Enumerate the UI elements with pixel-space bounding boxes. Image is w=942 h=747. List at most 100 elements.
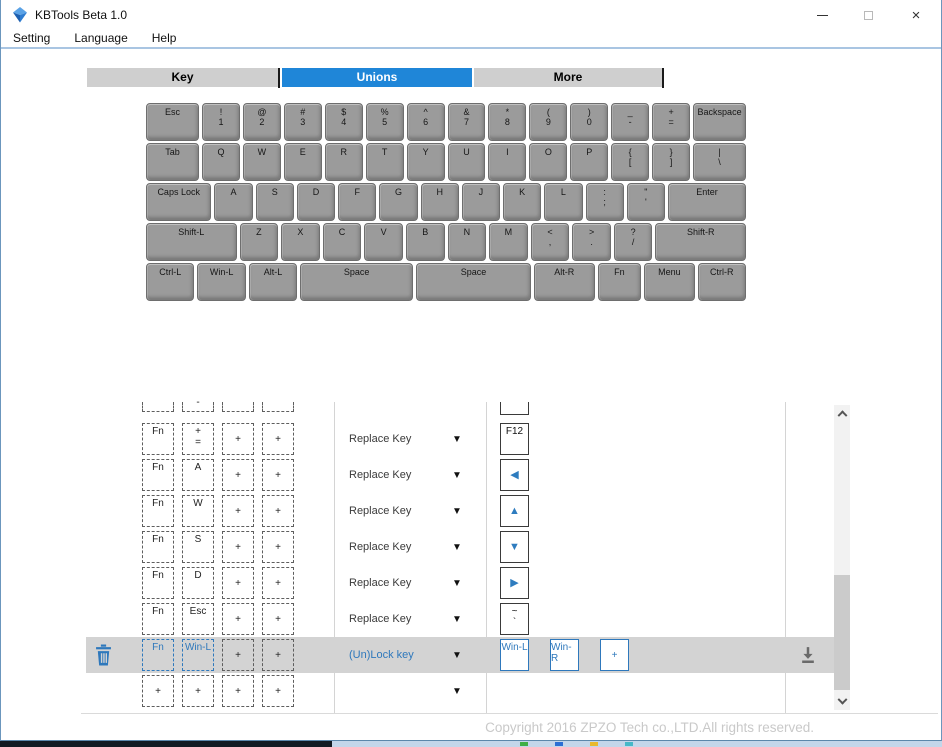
keyboard-key-sym[interactable]: :; — [586, 183, 624, 221]
combo-slot-empty[interactable]: + — [222, 603, 254, 635]
dropdown-arrow-icon[interactable]: ▼ — [452, 601, 462, 637]
combo-slot-empty[interactable]: + — [182, 675, 214, 707]
combo-slot[interactable] — [262, 402, 294, 412]
target-key-sym[interactable]: ◀ — [500, 459, 529, 491]
combo-slot-empty[interactable]: + — [222, 639, 254, 671]
combo-slot-empty[interactable]: + — [262, 495, 294, 527]
keyboard-key-c[interactable]: C — [323, 223, 362, 261]
combo-key-winl[interactable]: Win-L — [182, 639, 214, 671]
target-key-sym[interactable]: ▶ — [500, 567, 529, 599]
keyboard-key-enter[interactable]: Enter — [668, 183, 746, 221]
target-key[interactable] — [500, 402, 529, 415]
tab-unions[interactable]: Unions — [282, 68, 472, 87]
menu-item-setting[interactable]: Setting — [13, 30, 50, 47]
keyboard-key-w[interactable]: W — [243, 143, 281, 181]
keyboard-key-space[interactable]: Space — [300, 263, 413, 301]
keyboard-key-b[interactable]: B — [406, 223, 445, 261]
keyboard-key-a[interactable]: A — [214, 183, 252, 221]
combo-slot-empty[interactable]: + — [222, 495, 254, 527]
dropdown-arrow-icon[interactable]: ▼ — [452, 529, 462, 565]
dropdown-arrow-icon[interactable]: ▼ — [452, 421, 462, 457]
combo-slot[interactable] — [222, 402, 254, 412]
combo-key-fn[interactable]: Fn — [142, 603, 174, 635]
close-button[interactable]: × — [891, 0, 941, 30]
combo-slot-empty[interactable]: += — [182, 423, 214, 455]
keyboard-key-y[interactable]: Y — [407, 143, 445, 181]
keyboard-key-e[interactable]: E — [284, 143, 322, 181]
binding-row[interactable]: FnW++Replace Key▼▲ — [86, 493, 834, 529]
binding-row[interactable]: FnA++Replace Key▼◀ — [86, 457, 834, 493]
target-key-sym[interactable]: ▲ — [500, 495, 529, 527]
keyboard-key-sym[interactable]: ^6 — [407, 103, 445, 141]
keyboard-key-n[interactable]: N — [448, 223, 487, 261]
scroll-down-button[interactable] — [834, 695, 850, 710]
keyboard-key-esc[interactable]: Esc — [146, 103, 199, 141]
keyboard-key-s[interactable]: S — [256, 183, 294, 221]
keyboard-key-ctrll[interactable]: Ctrl-L — [146, 263, 194, 301]
combo-key-esc[interactable]: Esc — [182, 603, 214, 635]
combo-slot-empty[interactable]: + — [262, 531, 294, 563]
target-key-sym[interactable]: + — [600, 639, 629, 671]
scroll-up-button[interactable] — [834, 405, 850, 420]
keyboard-key-ctrlr[interactable]: Ctrl-R — [698, 263, 746, 301]
keyboard-key-r[interactable]: R — [325, 143, 363, 181]
minimize-button[interactable] — [799, 0, 845, 30]
combo-key-fn[interactable]: Fn — [142, 423, 174, 455]
vertical-scrollbar[interactable] — [834, 405, 850, 710]
keyboard-key-shiftr[interactable]: Shift-R — [655, 223, 746, 261]
keyboard-key-sym[interactable]: (9 — [529, 103, 567, 141]
keyboard-key-sym[interactable]: {[ — [611, 143, 649, 181]
combo-slot-empty[interactable]: + — [222, 567, 254, 599]
keyboard-key-o[interactable]: O — [529, 143, 567, 181]
dropdown-arrow-icon[interactable]: ▼ — [452, 493, 462, 529]
keyboard-key-i[interactable]: I — [488, 143, 526, 181]
combo-key-s[interactable]: S — [182, 531, 214, 563]
menu-item-language[interactable]: Language — [74, 30, 127, 47]
keyboard-key-sym[interactable]: %5 — [366, 103, 404, 141]
dropdown-arrow-icon[interactable]: ▼ — [452, 637, 462, 673]
dropdown-arrow-icon[interactable]: ▼ — [452, 673, 462, 709]
keyboard-key-sym[interactable]: ?/ — [614, 223, 653, 261]
scrollbar-thumb[interactable] — [834, 575, 850, 690]
combo-key-a[interactable]: A — [182, 459, 214, 491]
combo-key-d[interactable]: D — [182, 567, 214, 599]
keyboard-key-sym[interactable]: $4 — [325, 103, 363, 141]
combo-key-fn[interactable]: Fn — [142, 459, 174, 491]
keyboard-key-t[interactable]: T — [366, 143, 404, 181]
combo-slot-empty[interactable]: + — [222, 423, 254, 455]
combo-slot-empty[interactable]: + — [222, 675, 254, 707]
keyboard-key-shiftl[interactable]: Shift-L — [146, 223, 237, 261]
keyboard-key-sym[interactable]: |\ — [693, 143, 746, 181]
keyboard-key-g[interactable]: G — [379, 183, 417, 221]
keyboard-key-d[interactable]: D — [297, 183, 335, 221]
keyboard-key-winl[interactable]: Win-L — [197, 263, 245, 301]
dropdown-arrow-icon[interactable]: ▼ — [452, 457, 462, 493]
combo-slot[interactable] — [142, 402, 174, 412]
keyboard-key-f[interactable]: F — [338, 183, 376, 221]
trash-icon[interactable] — [93, 643, 114, 667]
combo-slot-empty[interactable]: + — [262, 603, 294, 635]
keyboard-key-sym[interactable]: @2 — [243, 103, 281, 141]
combo-slot-empty[interactable]: + — [142, 675, 174, 707]
binding-row[interactable]: FnD++Replace Key▼▶ — [86, 565, 834, 601]
keyboard-key-x[interactable]: X — [281, 223, 320, 261]
keyboard-key-sym[interactable]: _- — [611, 103, 649, 141]
keyboard-key-sym[interactable]: #3 — [284, 103, 322, 141]
keyboard-key-sym[interactable]: }] — [652, 143, 690, 181]
keyboard-key-backspace[interactable]: Backspace — [693, 103, 746, 141]
keyboard-key-p[interactable]: P — [570, 143, 608, 181]
keyboard-key-m[interactable]: M — [489, 223, 528, 261]
keyboard-key-sym[interactable]: >. — [572, 223, 611, 261]
keyboard-key-u[interactable]: U — [448, 143, 486, 181]
combo-slot-empty[interactable]: + — [222, 531, 254, 563]
maximize-button[interactable] — [845, 0, 891, 30]
target-key-sym[interactable]: ▼ — [500, 531, 529, 563]
keyboard-key-k[interactable]: K — [503, 183, 541, 221]
keyboard-key-sym[interactable]: <, — [531, 223, 570, 261]
combo-key-w[interactable]: W — [182, 495, 214, 527]
keyboard-key-v[interactable]: V — [364, 223, 403, 261]
combo-slot-empty[interactable]: + — [222, 459, 254, 491]
keyboard-key-altr[interactable]: Alt-R — [534, 263, 594, 301]
combo-slot-empty[interactable]: + — [262, 459, 294, 491]
keyboard-key-sym[interactable]: += — [652, 103, 690, 141]
